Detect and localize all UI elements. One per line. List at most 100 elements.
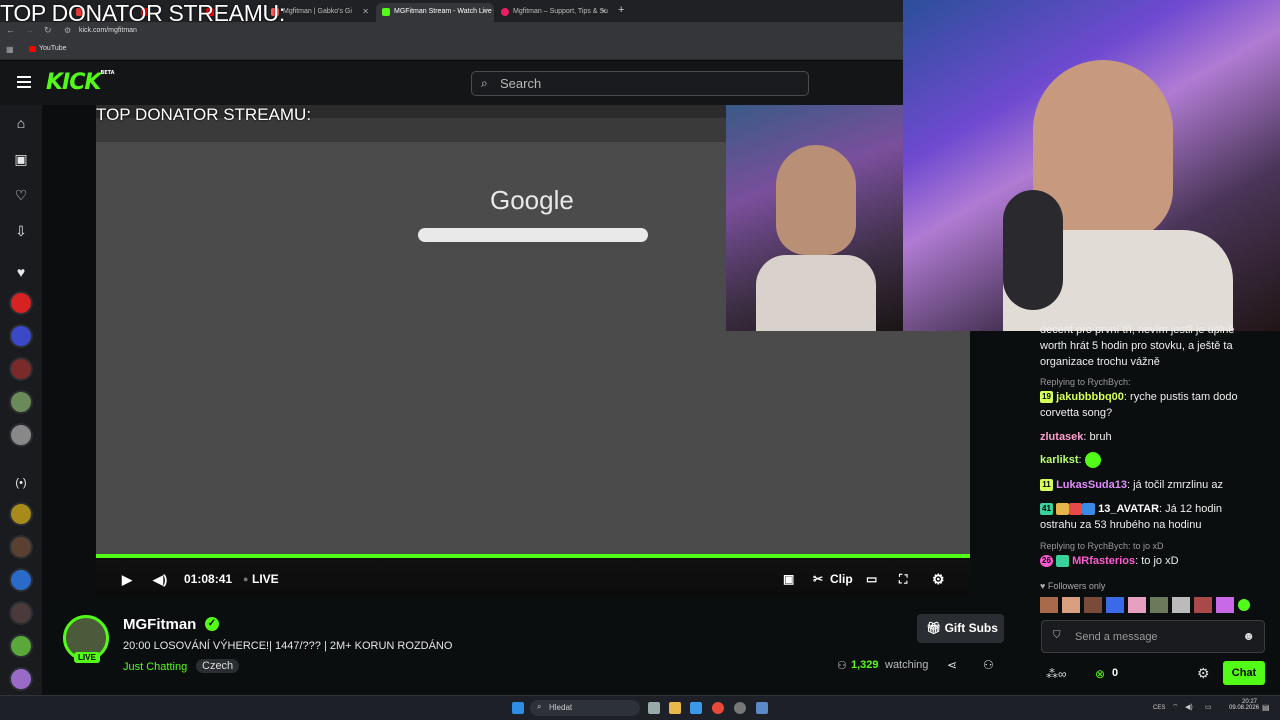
chat-username[interactable]: MRfasterios — [1072, 555, 1135, 567]
taskbar-search[interactable]: ⌕ Hledat — [530, 700, 640, 716]
emote-icon[interactable] — [1216, 597, 1234, 613]
close-icon[interactable]: ✕ — [600, 7, 607, 16]
emote-icon[interactable] — [1150, 597, 1168, 613]
clip-button[interactable]: Clip — [830, 572, 853, 586]
kick-logo[interactable]: KICKBETA — [46, 70, 115, 95]
gift-subs-label: Gift Subs — [944, 621, 998, 635]
url-field[interactable]: kick.com/mgfitman — [79, 27, 137, 34]
emote-icon[interactable] — [1084, 597, 1102, 613]
followed-channel-avatar[interactable] — [9, 390, 33, 414]
shield-icon: ⛉ — [1053, 630, 1061, 641]
chat-message: decent pro první tři, nevím jestli je úp… — [1040, 324, 1235, 368]
favorites-heart-icon[interactable]: ♥ — [11, 262, 31, 282]
emote-icon[interactable] — [1194, 597, 1212, 613]
chat-text: já točil zmrzlinu az — [1133, 479, 1223, 491]
clip-icon[interactable]: ✂ — [813, 572, 823, 586]
volume-tray-icon[interactable]: ◀) — [1185, 703, 1193, 711]
file-explorer-icon[interactable] — [669, 702, 681, 714]
browser-tab-6[interactable]: Mgfitman – Support, Tips & Su ✕ — [495, 3, 613, 22]
live-label: LIVE — [252, 572, 279, 586]
logo-text: KICK — [46, 70, 101, 95]
search-placeholder: Search — [500, 76, 542, 91]
following-icon[interactable]: ♡ — [11, 185, 31, 205]
emote-icon[interactable] — [1040, 597, 1058, 613]
home-icon[interactable]: ⌂ — [11, 113, 31, 133]
app-icon[interactable] — [734, 702, 746, 714]
emote-icon[interactable] — [1172, 597, 1190, 613]
chat-send-button[interactable]: Chat — [1223, 661, 1265, 685]
play-icon[interactable]: ▶ — [122, 572, 132, 588]
chat-username[interactable]: jakubbbbq00 — [1056, 391, 1124, 403]
chat-input[interactable]: ⛉ Send a message ☻ — [1041, 620, 1265, 653]
followed-channel-avatar[interactable] — [9, 324, 33, 348]
task-view-icon[interactable] — [648, 702, 660, 714]
site-info-icon[interactable]: ⚙ — [64, 26, 71, 35]
recommended-channel-avatar[interactable] — [9, 535, 33, 559]
followed-channel-avatar[interactable] — [9, 423, 33, 447]
inner-overlay-title: TOP DONATOR STREAMU: — [96, 105, 312, 124]
fullscreen-icon[interactable]: ⛶ — [899, 572, 907, 587]
volume-icon[interactable]: ◀) — [153, 572, 167, 588]
emoji-icon[interactable]: ☻ — [1242, 629, 1255, 643]
menu-icon[interactable] — [17, 76, 31, 88]
emote-icon[interactable] — [1238, 599, 1250, 611]
viewers-icon: ⚇ — [837, 660, 847, 672]
tag-chip[interactable]: Czech — [196, 659, 240, 673]
live-channels-icon[interactable]: (•) — [11, 473, 31, 493]
browse-icon[interactable]: ▣ — [11, 149, 31, 169]
new-tab-icon[interactable]: + — [618, 4, 624, 16]
share-icon[interactable]: ⋖ — [947, 658, 957, 672]
notifications-icon[interactable]: ▤ — [1262, 703, 1270, 712]
watching-label: watching — [885, 659, 929, 671]
recommended-channel-avatar[interactable] — [9, 502, 33, 526]
emote-icon[interactable] — [1106, 597, 1124, 613]
tab-favicon-icon — [382, 8, 390, 16]
taskbar-search-label: Hledat — [549, 703, 573, 712]
start-icon[interactable] — [512, 702, 524, 714]
bookmark-youtube[interactable]: YouTube — [39, 45, 67, 52]
recommended-channel-avatar[interactable] — [9, 634, 33, 658]
app-icon[interactable] — [756, 702, 768, 714]
network-icon[interactable]: ⌔ — [1172, 703, 1179, 712]
settings-gear-icon[interactable]: ⚙ — [932, 571, 945, 588]
search-input[interactable]: ⌕ Search — [471, 71, 809, 96]
badge-icon — [1082, 503, 1096, 516]
sub-badge: 41 — [1040, 503, 1053, 516]
video-progress-bar[interactable] — [96, 554, 970, 558]
recommended-channel-avatar[interactable] — [9, 667, 33, 691]
battery-icon[interactable]: ▭ — [1205, 703, 1212, 711]
gift-subs-button[interactable]: 🎁︎ Gift Subs — [917, 614, 1004, 643]
theatre-icon[interactable]: ▭ — [866, 572, 877, 586]
language-indicator[interactable]: CES — [1153, 705, 1165, 711]
recommended-channel-avatar[interactable] — [9, 601, 33, 625]
clock-date: 09.08.2026 — [1229, 705, 1260, 711]
categories-icon[interactable]: ⇩ — [11, 221, 31, 241]
store-icon[interactable] — [690, 702, 702, 714]
chrome-icon[interactable] — [712, 702, 724, 714]
miniplayer-icon[interactable]: ▣ — [783, 572, 794, 586]
emote-icon[interactable] — [1128, 597, 1146, 613]
followed-channel-avatar[interactable] — [9, 357, 33, 381]
close-icon[interactable]: ✕ — [481, 7, 488, 16]
clock[interactable]: 20:27 09.08.2026 — [1229, 699, 1260, 711]
chat-username[interactable]: LukasSuda13 — [1056, 479, 1127, 491]
chat-username[interactable]: karlikst — [1040, 454, 1079, 466]
channel-name[interactable]: MGFitman — [123, 616, 196, 633]
browser-tab-active[interactable]: MGFitman Stream - Watch Live ✕ — [376, 3, 494, 22]
streamer-shirt — [756, 255, 876, 331]
followers-only-label: Followers only — [1047, 581, 1106, 591]
reply-context: Replying to RychBych: to jo xD — [1040, 541, 1164, 551]
channel-points-icon[interactable]: ⁂∞ — [1046, 667, 1067, 681]
recommended-channel-avatar[interactable] — [9, 568, 33, 592]
streamer-face — [776, 145, 856, 255]
follow-user-icon[interactable]: ⚇ — [983, 658, 994, 672]
apps-icon[interactable]: ▦ — [6, 45, 14, 54]
followed-channel-avatar[interactable] — [9, 291, 33, 315]
category-link[interactable]: Just Chatting — [123, 661, 187, 673]
close-icon[interactable]: ✕ — [362, 7, 369, 16]
emote-icon[interactable] — [1062, 597, 1080, 613]
chat-username[interactable]: zlutasek — [1040, 431, 1083, 443]
chat-settings-icon[interactable]: ⚙ — [1197, 665, 1210, 682]
send-message-placeholder: Send a message — [1075, 631, 1158, 643]
chat-username[interactable]: 13_AVATAR — [1098, 503, 1159, 515]
